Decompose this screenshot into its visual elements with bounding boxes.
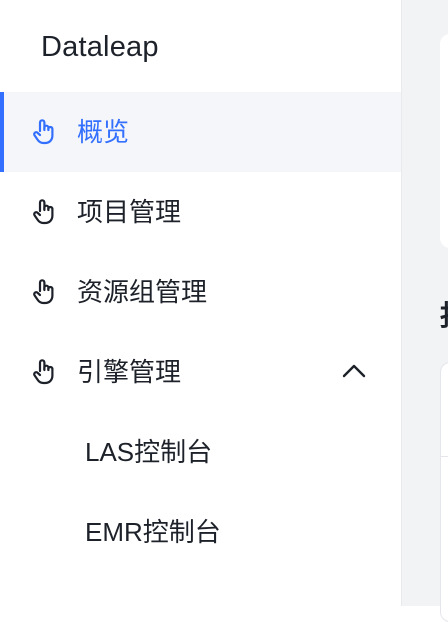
sidebar-item-label: 项目管理: [77, 197, 182, 227]
section-title: 报: [440, 298, 448, 334]
report-card: [440, 362, 448, 622]
sidebar-item-label: 引擎管理: [77, 357, 182, 387]
card-divider: [440, 456, 448, 457]
hand-pointer-icon: [32, 117, 58, 147]
sidebar-item-engines[interactable]: 引擎管理: [0, 332, 401, 412]
hand-pointer-icon: [32, 357, 58, 387]
sidebar-item-label: 资源组管理: [77, 277, 208, 307]
sidebar-item-overview[interactable]: 概览: [0, 92, 401, 172]
sidebar-item-label: 概览: [77, 117, 130, 147]
sidebar-subitem-label: LAS控制台: [85, 437, 213, 467]
sidebar-item-projects[interactable]: 项目管理: [0, 172, 401, 252]
sidebar-item-resource-groups[interactable]: 资源组管理: [0, 252, 401, 332]
hand-pointer-icon: [32, 277, 58, 307]
hand-pointer-icon: [32, 197, 58, 227]
sidebar-subitem-label: EMR控制台: [85, 517, 221, 547]
sidebar-subitem-emr-console[interactable]: EMR控制台: [0, 492, 401, 572]
sidebar-subitem-las-console[interactable]: LAS控制台: [0, 412, 401, 492]
chevron-up-icon[interactable]: [340, 358, 368, 386]
sidebar-nav: 概览 项目管理 资源组管理 引擎管理 LAS控制台 EMR控制台: [0, 92, 401, 572]
app-logo-text: Dataleap: [41, 31, 159, 63]
overview-card: [440, 34, 448, 248]
main-content: 报: [402, 0, 448, 622]
sidebar: Dataleap 概览 项目管理 资源组管理 引擎管理 LAS控制台 EMR控制…: [0, 0, 401, 606]
